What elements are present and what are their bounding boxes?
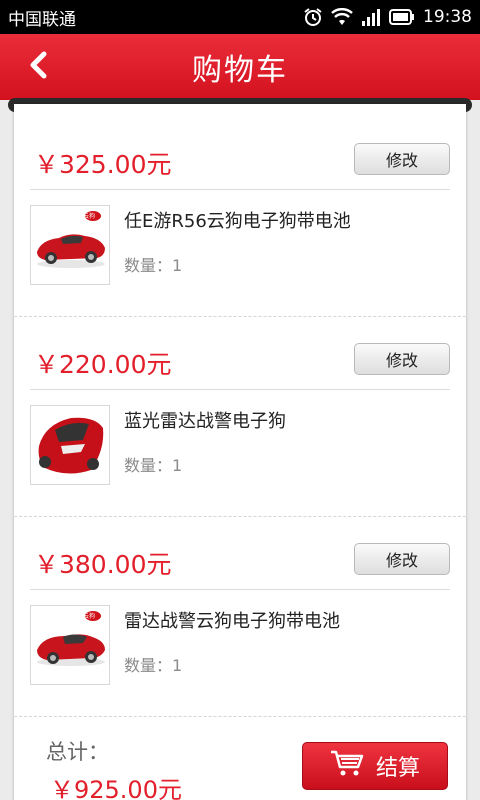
carrier-name: 中国联通 — [8, 9, 76, 30]
item-price: ￥380.00元 — [34, 550, 172, 579]
total-label: 总计： — [46, 740, 109, 764]
cart-item: ￥380.00元 修改 云狗 雷达战警云狗电子狗带电池 数量：1 — [14, 517, 466, 717]
total-amount: ￥925.00元 — [50, 776, 182, 800]
status-bar: 中国联通 19:38 — [0, 0, 480, 34]
cart-item: ￥325.00元 修改 云狗 任E游R56云狗电子狗带电池 数量：1 — [14, 117, 466, 317]
battery-icon — [389, 9, 415, 25]
product-image[interactable] — [30, 405, 110, 485]
product-quantity: 数量：1 — [124, 456, 183, 475]
alarm-icon — [303, 7, 323, 27]
edit-button[interactable]: 修改 — [354, 543, 450, 575]
back-button[interactable] — [18, 49, 58, 85]
wifi-icon — [331, 8, 353, 26]
edit-button[interactable]: 修改 — [354, 343, 450, 375]
chevron-left-icon — [28, 51, 48, 83]
product-quantity: 数量：1 — [124, 656, 183, 675]
product-image[interactable]: 云狗 — [30, 205, 110, 285]
item-price: ￥325.00元 — [34, 150, 172, 179]
title-bar: 购物车 — [0, 34, 480, 100]
cart-footer: 总计： ￥925.00元 结算 — [14, 718, 466, 800]
cloud-dog-badge: 云狗 — [83, 213, 96, 220]
edit-button[interactable]: 修改 — [354, 143, 450, 175]
signal-icon — [361, 8, 381, 26]
checkout-button[interactable]: 结算 — [302, 742, 448, 790]
product-name[interactable]: 雷达战警云狗电子狗带电池 — [124, 607, 340, 633]
status-icons: 19:38 — [303, 7, 472, 27]
divider — [30, 389, 450, 390]
divider — [30, 589, 450, 590]
page-title: 购物车 — [192, 53, 288, 88]
cart-item: ￥220.00元 修改 蓝光雷达战警电子狗 数量：1 — [14, 317, 466, 517]
product-name[interactable]: 任E游R56云狗电子狗带电池 — [124, 207, 351, 233]
clock-time: 19:38 — [423, 7, 472, 27]
item-price: ￥220.00元 — [34, 350, 172, 379]
product-image[interactable]: 云狗 — [30, 605, 110, 685]
item-separator — [14, 716, 466, 717]
product-quantity: 数量：1 — [124, 256, 183, 275]
divider — [30, 189, 450, 190]
product-name[interactable]: 蓝光雷达战警电子狗 — [124, 407, 286, 433]
cloud-dog-badge: 云狗 — [83, 613, 96, 620]
shopping-cart-icon — [330, 749, 364, 783]
checkout-label: 结算 — [375, 756, 420, 781]
